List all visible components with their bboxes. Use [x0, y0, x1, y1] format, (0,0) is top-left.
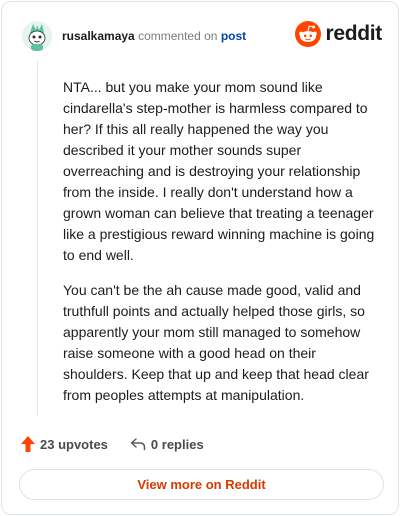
comment-header: rusalkamaya commented on post reddit [22, 20, 382, 52]
reply-arrow-icon[interactable] [130, 437, 146, 451]
comment-body: NTA... but you make your mom sound like … [63, 77, 383, 420]
comment-meta: rusalkamaya commented on post [62, 28, 246, 44]
thread-line [37, 60, 38, 416]
view-more-button[interactable]: View more on Reddit [19, 469, 384, 500]
reddit-snoo-icon [295, 21, 322, 47]
user-avatar[interactable] [22, 21, 52, 51]
comment-footer: 23 upvotes 0 replies [21, 434, 204, 454]
username[interactable]: rusalkamaya [62, 29, 135, 43]
reply-stat[interactable]: 0 replies [130, 437, 204, 452]
comment-paragraph: NTA... but you make your mom sound like … [63, 79, 375, 263]
reddit-brand[interactable]: reddit [295, 21, 382, 47]
post-link[interactable]: post [221, 29, 246, 43]
embedded-comment-card: rusalkamaya commented on post reddit NTA… [1, 1, 399, 515]
upvote-count: 23 upvotes [40, 436, 108, 452]
action-text: commented on [138, 29, 218, 43]
brand-wordmark: reddit [325, 22, 382, 45]
comment-paragraph: You can't be the ah cause made good, val… [63, 282, 369, 403]
reply-count: 0 replies [150, 436, 204, 452]
upvote-arrow-icon[interactable] [21, 436, 35, 452]
upvote-stat[interactable]: 23 upvotes [21, 436, 108, 452]
